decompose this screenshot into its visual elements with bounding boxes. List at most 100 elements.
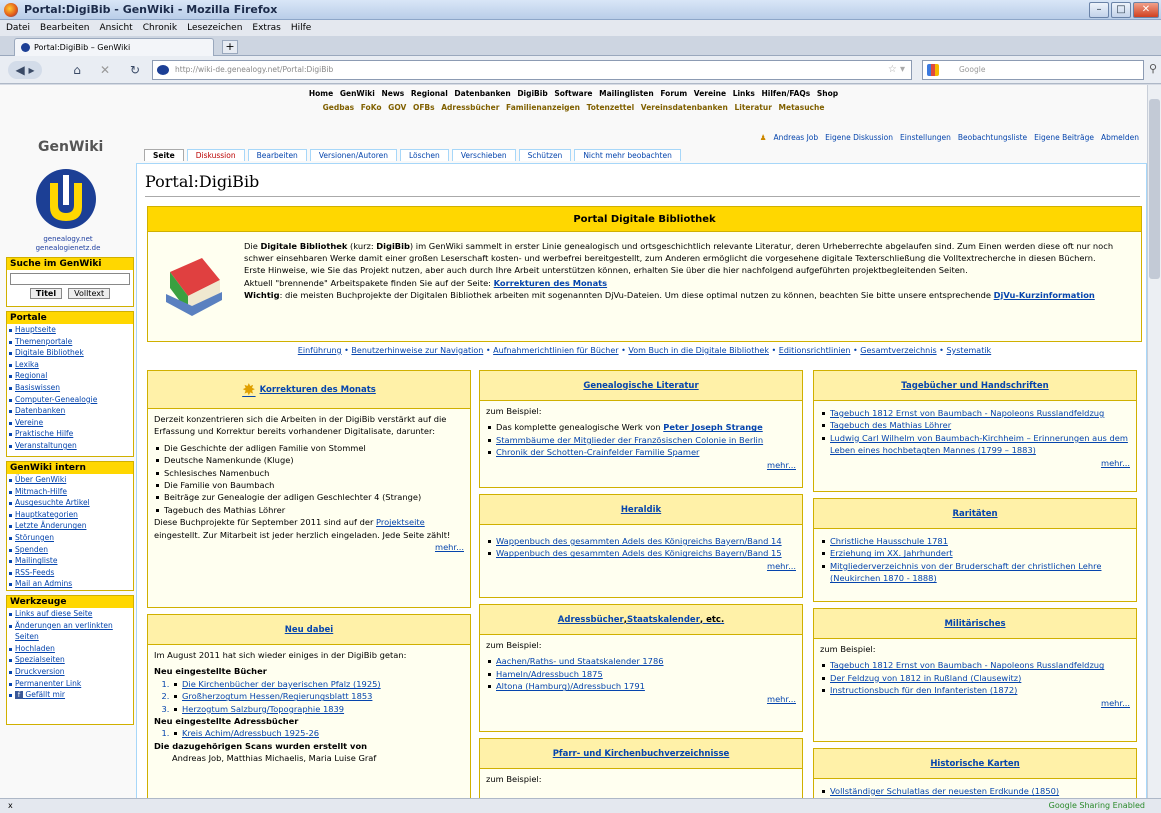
link-systematik[interactable]: Systematik <box>946 346 991 355</box>
sidebar-item-spenden[interactable]: Spenden <box>7 544 133 556</box>
sidebar-item-veranstaltungen[interactable]: Veranstaltungen <box>7 440 133 452</box>
stop-icon[interactable]: ✕ <box>96 61 114 79</box>
scrollbar-thumb[interactable] <box>1149 99 1160 279</box>
search-title-button[interactable]: Titel <box>29 288 63 299</box>
more-link[interactable]: mehr... <box>820 457 1130 469</box>
new-tab-button[interactable]: + <box>222 40 238 54</box>
list-item[interactable]: Mitgliederverzeichnis von der Bruderscha… <box>820 560 1130 585</box>
search-input[interactable]: Google ⚲ <box>922 60 1157 80</box>
sidebar-item-themenportale[interactable]: Themenportale <box>7 336 133 348</box>
list-item[interactable]: Kreis Achim/Adressbuch 1925-26 <box>172 727 464 739</box>
topnav-regional[interactable]: Regional <box>411 89 448 98</box>
sidebar-item-mailingliste[interactable]: Mailingliste <box>7 555 133 567</box>
topnav-shop[interactable]: Shop <box>817 89 838 98</box>
link-projektseite[interactable]: Projektseite <box>376 517 425 527</box>
topnav-genwiki[interactable]: GenWiki <box>340 89 375 98</box>
genlit-title[interactable]: Genealogische Literatur <box>480 371 802 401</box>
topnav2-foko[interactable]: FoKo <box>361 103 382 112</box>
menu-ansicht[interactable]: Ansicht <box>99 23 132 33</box>
list-item[interactable]: Aachen/Raths- und Staatskalender 1786 <box>486 655 796 667</box>
sidebar-item-lexika[interactable]: Lexika <box>7 359 133 371</box>
topnav-vereine[interactable]: Vereine <box>694 89 726 98</box>
menu-hilfe[interactable]: Hilfe <box>291 23 311 33</box>
list-item[interactable]: Der Feldzug von 1812 in Rußland (Clausew… <box>820 672 1130 684</box>
sidebar-item-hauptseite[interactable]: Hauptseite <box>7 324 133 336</box>
userlink-einstellungen[interactable]: Einstellungen <box>900 133 951 142</box>
sidebar-item-praktische-hilfe[interactable]: Praktische Hilfe <box>7 428 133 440</box>
sidebar-item-hauptkategorien[interactable]: Hauptkategorien <box>7 509 133 521</box>
topnav2-literatur[interactable]: Literatur <box>735 103 772 112</box>
sidebar-item-mitmach-hilfe[interactable]: Mitmach-Hilfe <box>7 486 133 498</box>
close-button[interactable]: ✕ <box>1133 2 1159 18</box>
list-item[interactable]: Ludwig Carl Wilhelm von Baumbach-Kirchhe… <box>820 432 1130 457</box>
site-title[interactable]: GenWiki <box>38 139 103 155</box>
sidebar-item-mail-admins[interactable]: Mail an Admins <box>7 578 133 590</box>
topnav-news[interactable]: News <box>381 89 404 98</box>
list-item[interactable]: Herzogtum Salzburg/Topographie 1839 <box>172 703 464 715</box>
link-korrekturen[interactable]: Korrekturen des Monats <box>494 278 607 288</box>
karten-title[interactable]: Historische Karten <box>814 749 1136 779</box>
rar-title[interactable]: Raritäten <box>814 499 1136 529</box>
browser-tab[interactable]: Portal:DigiBib – GenWiki <box>14 38 214 56</box>
sidebar-item-hochladen[interactable]: Hochladen <box>7 643 133 655</box>
userlink-beobachtungsliste[interactable]: Beobachtungsliste <box>958 133 1027 142</box>
genwiki-logo-icon[interactable] <box>36 169 96 229</box>
topnav2-ofbs[interactable]: OFBs <box>413 103 435 112</box>
sidebar-item-stoerungen[interactable]: Störungen <box>7 532 133 544</box>
list-item[interactable]: Erziehung im XX. Jahrhundert <box>820 547 1130 559</box>
sidebar-item-permanenter-link[interactable]: Permanenter Link <box>7 678 133 690</box>
topnav2-gov[interactable]: GOV <box>388 103 406 112</box>
topnav2-metasuche[interactable]: Metasuche <box>779 103 825 112</box>
sidebar-item-aenderungen-verlinkt[interactable]: Änderungen an verlinkten Seiten <box>7 620 133 643</box>
sidebar-item-basiswissen[interactable]: Basiswissen <box>7 382 133 394</box>
link-benutzerhinweise[interactable]: Benutzerhinweise zur Navigation <box>351 346 483 355</box>
sidebar-item-vereine[interactable]: Vereine <box>7 417 133 429</box>
list-item[interactable]: Tagebuch 1812 Ernst von Baumbach - Napol… <box>820 659 1130 671</box>
link-einfuehrung[interactable]: Einführung <box>298 346 342 355</box>
heraldik-title[interactable]: Heraldik <box>480 495 802 525</box>
list-item[interactable]: Großherzogtum Hessen/Regierungsblatt 185… <box>172 690 464 702</box>
tagebuch-title[interactable]: Tagebücher und Handschriften <box>814 371 1136 401</box>
sidebar-item-ausgesuchte-artikel[interactable]: Ausgesuchte Artikel <box>7 497 133 509</box>
userlink-diskussion[interactable]: Eigene Diskussion <box>825 133 893 142</box>
tab-bearbeiten[interactable]: Bearbeiten <box>247 149 307 161</box>
topnav-home[interactable]: Home <box>309 89 333 98</box>
topnav-links[interactable]: Links <box>733 89 755 98</box>
link-editionsrichtlinien[interactable]: Editionsrichtlinien <box>779 346 851 355</box>
menu-bearbeiten[interactable]: Bearbeiten <box>40 23 89 33</box>
sidebar-item-digitale-bibliothek[interactable]: Digitale Bibliothek <box>7 347 133 359</box>
sidebar-item-spezialseiten[interactable]: Spezialseiten <box>7 654 133 666</box>
topnav2-adressbuecher[interactable]: Adressbücher <box>441 103 499 112</box>
tab-versionen[interactable]: Versionen/Autoren <box>309 149 398 161</box>
menu-chronik[interactable]: Chronik <box>143 23 177 33</box>
link-djvu[interactable]: DjVu-Kurzinformation <box>994 290 1095 300</box>
reload-icon[interactable]: ↻ <box>126 61 144 79</box>
list-item[interactable]: Chronik der Schotten-Crainfelder Familie… <box>486 446 796 458</box>
adress-t3[interactable]: Staatskalender <box>627 615 700 625</box>
topnav2-familienanzeigen[interactable]: Familienanzeigen <box>506 103 580 112</box>
sidebar-item-rss-feeds[interactable]: RSS-Feeds <box>7 567 133 579</box>
more-link[interactable]: mehr... <box>486 459 796 471</box>
topnav-forum[interactable]: Forum <box>660 89 687 98</box>
sidebar-search-input[interactable] <box>10 273 130 285</box>
topnav-datenbanken[interactable]: Datenbanken <box>454 89 510 98</box>
sidebar-item-computer-genealogie[interactable]: Computer-Genealogie <box>7 394 133 406</box>
more-link[interactable]: mehr... <box>486 560 796 572</box>
url-input[interactable]: http://wiki-de.genealogy.net/Portal:Digi… <box>152 60 912 80</box>
more-link[interactable]: mehr... <box>154 541 464 553</box>
list-item[interactable]: Hameln/Adressbuch 1875 <box>486 668 796 680</box>
maximize-button[interactable]: □ <box>1111 2 1131 18</box>
tab-diskussion[interactable]: Diskussion <box>186 149 245 161</box>
userlink-beitraege[interactable]: Eigene Beiträge <box>1034 133 1094 142</box>
korrekturen-title[interactable]: Korrekturen des Monats <box>260 385 376 395</box>
neu-title[interactable]: Neu dabei <box>148 615 470 645</box>
topnav2-vereinsdatenbanken[interactable]: Vereinsdatenbanken <box>641 103 728 112</box>
sidebar-item-ueber[interactable]: Über GenWiki <box>7 474 133 486</box>
home-icon[interactable]: ⌂ <box>68 61 86 79</box>
search-icon[interactable]: ⚲ <box>1149 60 1157 78</box>
link-strange[interactable]: Peter Joseph Strange <box>663 422 762 432</box>
adress-t1[interactable]: Adressbücher <box>558 615 624 625</box>
bookmark-star-icon[interactable]: ☆ ▾ <box>888 61 905 79</box>
topnav2-gedbas[interactable]: Gedbas <box>323 103 355 112</box>
link-aufnahmerichtlinien[interactable]: Aufnahmerichtlinien für Bücher <box>493 346 618 355</box>
